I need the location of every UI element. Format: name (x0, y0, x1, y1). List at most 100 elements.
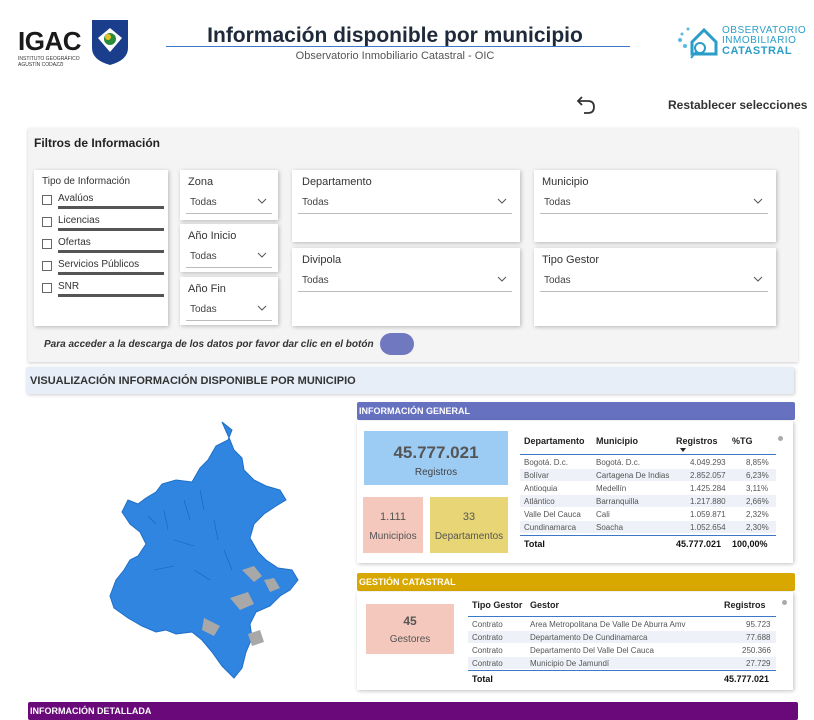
cell-municipio: Barranquilla (596, 497, 639, 506)
more-options-icon[interactable] (782, 600, 787, 605)
col-registros[interactable]: Registros (676, 436, 718, 446)
checkbox-label: Avalúos (58, 193, 94, 204)
page-title: Información disponible por municipio (207, 24, 583, 47)
tipo-gestor-filter-card: Tipo Gestor Todas (534, 248, 776, 326)
cell-registros: 1.425.284 (690, 484, 726, 493)
checkbox-underline (58, 228, 164, 231)
municipio-dropdown[interactable]: Todas (540, 192, 768, 214)
table-row[interactable]: Contrato Municipio De Jamundí 27.729 (468, 657, 776, 669)
table-row[interactable]: Bogotá. D.c. Bogotá. D.c. 4.049.293 8,85… (520, 456, 776, 468)
chevron-down-icon (257, 252, 267, 258)
tipo-gestor-dropdown[interactable]: Todas (540, 270, 768, 292)
total-registros: 45.777.021 (676, 539, 722, 549)
cell-departamento: Cundinamarca (524, 523, 577, 532)
table-row[interactable]: Bolívar Cartagena De Indias 2.852.057 6,… (520, 469, 776, 481)
col-pct[interactable]: %TG (732, 436, 753, 446)
checkbox-ofertas[interactable]: Ofertas (42, 236, 164, 253)
table-row[interactable]: Contrato Departamento Del Valle Del Cauc… (468, 644, 776, 656)
zona-dropdown[interactable]: Todas (186, 192, 272, 214)
checkbox-label: Licencias (58, 215, 100, 226)
tipo-gestor-label: Tipo Gestor (542, 254, 600, 266)
cell-registros: 95.723 (746, 620, 771, 629)
anio-inicio-dropdown[interactable]: Todas (186, 246, 272, 268)
sort-desc-icon[interactable] (680, 448, 686, 452)
reset-selections-button[interactable]: Restablecer selecciones (668, 98, 807, 112)
anio-fin-dropdown[interactable]: Todas (186, 299, 272, 321)
checkbox-box[interactable] (42, 239, 52, 249)
visualization-banner: VISUALIZACIÓN INFORMACIÓN DISPONIBLE POR… (26, 367, 794, 394)
divipola-dropdown[interactable]: Todas (298, 270, 512, 292)
cell-municipio: Cartagena De Indias (596, 471, 670, 480)
anio-inicio-label: Año Inicio (188, 230, 237, 242)
title-divider (166, 46, 630, 47)
tipo-gestor-value: Todas (544, 275, 571, 286)
igac-logo-subtext: INSTITUTO GEOGRÁFICO AGUSTÍN CODAZZI (18, 56, 80, 68)
checkbox-licencias[interactable]: Licencias (42, 214, 164, 231)
table-row[interactable]: Valle Del Cauca Cali 1.059.871 2,32% (520, 508, 776, 520)
cell-municipio: Soacha (596, 523, 624, 532)
checkbox-label: Ofertas (58, 237, 91, 248)
info-general-header: INFORMACIÓN GENERAL (357, 402, 795, 420)
table-header-rule (520, 454, 776, 455)
tipo-informacion-label: Tipo de Información (42, 176, 131, 187)
col-gestor[interactable]: Gestor (530, 600, 559, 610)
colombia-map[interactable] (104, 420, 304, 680)
chevron-down-icon (257, 198, 267, 204)
total-pct: 100,00% (732, 539, 768, 549)
checkbox-box[interactable] (42, 195, 52, 205)
col-tipo-gestor[interactable]: Tipo Gestor (472, 600, 522, 610)
col-departamento[interactable]: Departamento (524, 436, 585, 446)
page-subtitle: Observatorio Inmobiliario Catastral - OI… (295, 50, 495, 62)
cell-pct: 2,66% (746, 497, 769, 506)
anio-fin-filter-card: Año Fin Todas (180, 277, 278, 325)
departamento-value: Todas (302, 197, 329, 208)
undo-icon[interactable] (574, 92, 598, 116)
departamento-dropdown[interactable]: Todas (298, 192, 512, 214)
info-detallada-header: INFORMACIÓN DETALLADA (28, 702, 798, 720)
chevron-down-icon (497, 276, 507, 282)
col-municipio[interactable]: Municipio (596, 436, 638, 446)
cell-departamento: Bogotá. D.c. (524, 458, 569, 467)
cell-departamento: Valle Del Cauca (524, 510, 581, 519)
observatorio-logo-line3: CATASTRAL (722, 45, 793, 57)
municipios-table: Departamento Municipio Registros %TG Bog… (520, 434, 776, 554)
table-row[interactable]: Antioquia Medellín 1.425.284 3,11% (520, 482, 776, 494)
total-label: Total (472, 674, 493, 684)
checkbox-avaluos[interactable]: Avalúos (42, 192, 164, 209)
cell-registros: 2.852.057 (690, 471, 726, 480)
cell-tipo-gestor: Contrato (472, 633, 503, 642)
registros-card: 45.777.021 Registros (364, 431, 508, 485)
visualization-banner-text: VISUALIZACIÓN INFORMACIÓN DISPONIBLE POR… (30, 375, 356, 387)
gestores-card: 45 Gestores (366, 604, 454, 654)
cell-pct: 6,23% (746, 471, 769, 480)
checkbox-snr[interactable]: SNR (42, 280, 164, 297)
cell-registros: 4.049.293 (690, 458, 726, 467)
more-options-icon[interactable] (778, 436, 783, 441)
departamentos-card: 33 Departamentos (430, 497, 508, 553)
colombia-map-shape[interactable] (109, 421, 299, 679)
observatorio-house-icon (678, 27, 718, 59)
checkbox-box[interactable] (42, 283, 52, 293)
checkbox-underline (58, 294, 164, 297)
cell-gestor: Departamento De Cundinamarca (530, 633, 648, 642)
checkbox-box[interactable] (42, 217, 52, 227)
igac-logo: IGAC INSTITUTO GEOGRÁFICO AGUSTÍN CODAZZ… (18, 18, 130, 68)
table-row[interactable]: Contrato Area Metropolitana De Valle De … (468, 618, 776, 630)
filters-title: Filtros de Información (34, 136, 161, 150)
checkbox-box[interactable] (42, 261, 52, 271)
checkbox-servicios-publicos[interactable]: Servicios Públicos (42, 258, 164, 275)
divipola-filter-card: Divipola Todas (292, 248, 520, 326)
cell-tipo-gestor: Contrato (472, 646, 503, 655)
col-registros[interactable]: Registros (724, 600, 766, 610)
anio-inicio-filter-card: Año Inicio Todas (180, 224, 278, 272)
table-row[interactable]: Cundinamarca Soacha 1.052.654 2,30% (520, 521, 776, 533)
download-button[interactable] (380, 333, 414, 355)
cell-registros: 250.366 (742, 646, 771, 655)
cell-municipio: Cali (596, 510, 610, 519)
table-row[interactable]: Contrato Departamento De Cundinamarca 77… (468, 631, 776, 643)
departamentos-label: Departamentos (434, 531, 504, 542)
divipola-label: Divipola (302, 254, 342, 266)
cell-pct: 2,32% (746, 510, 769, 519)
gestores-label: Gestores (389, 634, 431, 645)
table-row[interactable]: Atlántico Barranquilla 1.217.880 2,66% (520, 495, 776, 507)
